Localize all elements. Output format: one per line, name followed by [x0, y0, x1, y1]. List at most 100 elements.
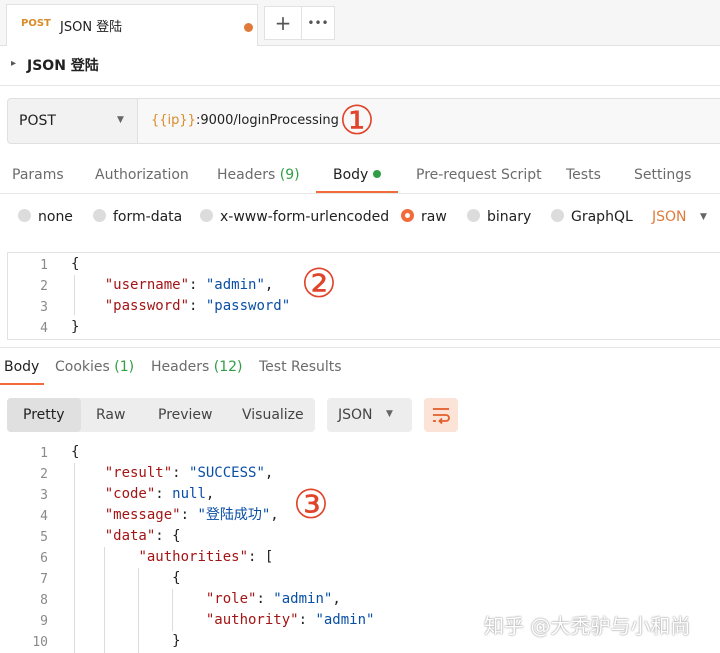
tab-tests[interactable]: Tests: [566, 167, 601, 183]
line-number: 2: [40, 279, 48, 294]
caret-down-icon[interactable]: ▼: [700, 212, 707, 222]
request-body-code: { "username": "admin", "password": "pass…: [71, 254, 290, 338]
annotation-marker-2: ②: [301, 261, 337, 307]
code-line: "authorities": [: [138, 549, 274, 565]
radio-urlencoded[interactable]: x-www-form-urlencoded: [200, 209, 389, 225]
view-preview-button[interactable]: Preview: [158, 407, 213, 423]
code-line: "role": "admin",: [205, 591, 341, 607]
tab-headers[interactable]: Headers (9): [217, 167, 300, 183]
unsaved-dot-icon: [244, 23, 253, 32]
json-value: "SUCCESS": [189, 465, 265, 481]
view-pretty-button[interactable]: Pretty: [23, 407, 65, 423]
code-line: "authority": "admin": [205, 612, 375, 628]
json-key: "result": [104, 465, 173, 481]
json-key: "authority": [205, 612, 299, 628]
code-line: {: [71, 444, 80, 460]
chevron-right-icon[interactable]: ▸: [11, 58, 16, 69]
view-visualize-button[interactable]: Visualize: [242, 407, 304, 423]
method-label: POST: [19, 113, 56, 129]
divider: [0, 193, 720, 194]
line-number: 10: [32, 635, 48, 650]
json-key: "password": [104, 298, 190, 314]
url-path: :9000/loginProcessing: [195, 113, 339, 128]
wrap-lines-icon: [433, 408, 450, 425]
radio-graphql[interactable]: GraphQL: [551, 209, 633, 225]
radio-none-label: none: [38, 209, 73, 225]
line-number: 1: [40, 258, 48, 273]
json-value: "admin": [273, 591, 333, 607]
line-number: 3: [40, 300, 48, 315]
code-line: "message": "登陆成功",: [104, 507, 279, 523]
radio-raw-label: raw: [421, 209, 447, 225]
radio-form-data-label: form-data: [113, 209, 183, 225]
response-format-select[interactable]: JSON ▼: [327, 398, 412, 432]
response-tab-headers[interactable]: Headers (12): [151, 359, 242, 375]
code-line: {: [71, 256, 80, 272]
response-tab-headers-count: (12): [213, 359, 243, 375]
response-tab-headers-label: Headers: [151, 359, 210, 375]
request-tab-title: JSON 登陆: [60, 20, 123, 35]
line-number: 6: [40, 551, 48, 566]
new-tab-button[interactable]: +: [264, 6, 302, 40]
line-numbers: 1 2 3 4 5 6 7 8 9 10: [8, 443, 48, 653]
annotation-marker-3: ③: [293, 482, 329, 528]
url-variable: {{ip}}: [151, 113, 196, 128]
json-key: "code": [104, 486, 156, 502]
line-number: 9: [40, 614, 48, 629]
request-name[interactable]: JSON 登陆: [27, 55, 99, 75]
tab-body-label: Body: [333, 167, 369, 183]
radio-icon: [200, 209, 213, 222]
radio-urlencoded-label: x-www-form-urlencoded: [220, 209, 390, 225]
json-value: "password": [205, 298, 291, 314]
code-line: }: [71, 633, 181, 649]
tab-settings[interactable]: Settings: [634, 167, 691, 183]
code-line: "data": {: [104, 528, 181, 544]
code-line: "result": "SUCCESS",: [104, 465, 274, 481]
caret-down-icon: ▼: [386, 409, 393, 419]
json-value: null: [172, 486, 206, 502]
watermark: 知乎 @大秃驴与小和尚: [484, 614, 691, 638]
more-tabs-button[interactable]: •••: [301, 6, 335, 40]
tab-params[interactable]: Params: [12, 167, 64, 183]
wrap-lines-button[interactable]: [424, 398, 458, 432]
divider: [0, 347, 720, 348]
tab-body[interactable]: Body: [333, 167, 382, 183]
radio-binary-label: binary: [487, 209, 532, 225]
tab-headers-count: (9): [279, 167, 300, 183]
tab-pre-request-script[interactable]: Pre-request Script: [416, 167, 542, 183]
json-value: "登陆成功": [197, 507, 271, 523]
plus-icon: +: [274, 11, 292, 35]
radio-none[interactable]: none: [18, 209, 73, 225]
json-key: "authorities": [138, 549, 249, 565]
response-tab-body[interactable]: Body: [4, 359, 39, 375]
body-language-select[interactable]: JSON: [652, 209, 687, 225]
request-tab[interactable]: POST JSON 登陆: [6, 4, 258, 46]
json-key: "username": [104, 277, 190, 293]
json-value: "admin": [205, 277, 265, 293]
line-number: 4: [40, 321, 48, 336]
line-number: 3: [40, 488, 48, 503]
radio-form-data[interactable]: form-data: [93, 209, 182, 225]
url-input[interactable]: {{ip}}:9000/loginProcessing: [138, 98, 720, 144]
response-tab-test-results[interactable]: Test Results: [259, 359, 342, 375]
response-format-label: JSON: [338, 407, 373, 423]
line-number: 1: [40, 446, 48, 461]
line-numbers: 1 2 3 4: [8, 255, 48, 339]
radio-icon: [467, 209, 480, 222]
annotation-marker-1: ①: [339, 98, 375, 144]
method-select[interactable]: POST ▼: [7, 98, 138, 144]
code-line: }: [71, 319, 80, 335]
json-value: "admin": [315, 612, 375, 628]
json-key: "message": [104, 507, 181, 523]
radio-selected-icon: [401, 209, 414, 222]
radio-raw[interactable]: raw: [401, 209, 447, 225]
radio-icon: [551, 209, 564, 222]
radio-icon: [93, 209, 106, 222]
response-tab-cookies[interactable]: Cookies (1): [55, 359, 134, 375]
radio-binary[interactable]: binary: [467, 209, 531, 225]
tab-authorization[interactable]: Authorization: [95, 167, 189, 183]
response-body-code: { "result": "SUCCESS", "code": null, "me…: [71, 442, 374, 652]
json-key: "role": [205, 591, 257, 607]
view-raw-button[interactable]: Raw: [96, 407, 125, 423]
line-number: 5: [40, 530, 48, 545]
